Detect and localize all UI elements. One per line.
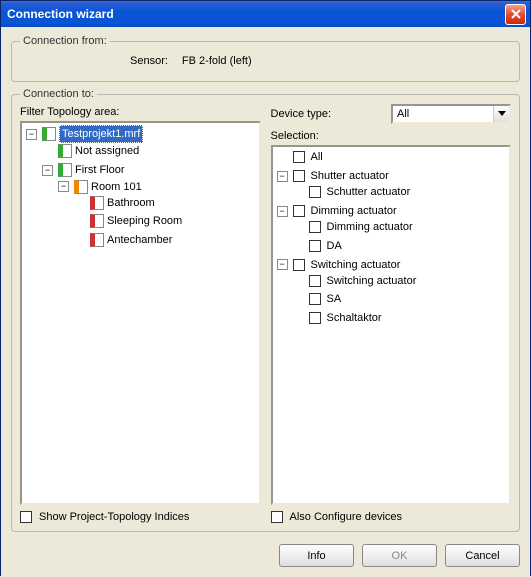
button-row: Info OK Cancel [11, 538, 520, 567]
checkbox[interactable] [309, 240, 321, 252]
sensor-label: Sensor: [130, 55, 168, 67]
info-button[interactable]: Info [279, 544, 354, 567]
sel-shutter[interactable]: Shutter actuator [311, 168, 389, 184]
show-indices-label: Show Project-Topology Indices [39, 511, 189, 523]
checkbox[interactable] [293, 205, 305, 217]
sel-dimming2[interactable]: Dimming actuator [327, 219, 413, 235]
connection-to-group: Connection to: Filter Topology area: − T… [11, 88, 520, 532]
sel-dimming[interactable]: Dimming actuator [311, 203, 397, 219]
topology-tree[interactable]: − Testprojekt1.mrf Not assigned [20, 121, 261, 505]
checkbox[interactable] [309, 221, 321, 233]
floor-icon [58, 163, 72, 177]
sel-sa[interactable]: SA [327, 291, 342, 307]
collapse-icon[interactable]: − [277, 206, 288, 217]
tree-antechamber[interactable]: Antechamber [107, 232, 172, 248]
also-configure-checkbox[interactable] [271, 511, 283, 523]
collapse-icon[interactable]: − [26, 129, 37, 140]
tree-project[interactable]: Testprojekt1.mrf [59, 125, 143, 143]
tree-room101[interactable]: Room 101 [91, 179, 142, 195]
also-configure-label: Also Configure devices [290, 511, 403, 523]
collapse-icon[interactable]: − [58, 181, 69, 192]
client-area: Connection from: Sensor: FB 2-fold (left… [1, 27, 530, 577]
device-type-combo[interactable]: All [391, 104, 511, 124]
connection-to-legend: Connection to: [20, 88, 97, 100]
show-indices-checkbox[interactable] [20, 511, 32, 523]
close-icon [511, 9, 521, 19]
dropdown-button[interactable] [493, 106, 509, 122]
project-icon [42, 127, 56, 141]
room-icon [90, 214, 104, 228]
close-button[interactable] [505, 4, 526, 25]
sensor-value: FB 2-fold (left) [182, 55, 252, 67]
chevron-down-icon [498, 111, 506, 117]
window-title: Connection wizard [7, 7, 505, 21]
connection-from-group: Connection from: Sensor: FB 2-fold (left… [11, 35, 520, 82]
cancel-button[interactable]: Cancel [445, 544, 520, 567]
tree-not-assigned[interactable]: Not assigned [75, 143, 139, 159]
ok-button[interactable]: OK [362, 544, 437, 567]
room-icon [90, 233, 104, 247]
checkbox[interactable] [309, 275, 321, 287]
collapse-icon[interactable]: − [42, 165, 53, 176]
titlebar: Connection wizard [1, 1, 530, 27]
topology-column: Filter Topology area: − Testprojekt1.mrf [20, 104, 261, 523]
device-type-value: All [393, 108, 493, 120]
tree-first-floor[interactable]: First Floor [75, 162, 125, 178]
checkbox[interactable] [293, 151, 305, 163]
sel-all[interactable]: All [311, 149, 323, 165]
sel-schutter[interactable]: Schutter actuator [327, 184, 411, 200]
room-icon [74, 180, 88, 194]
collapse-icon[interactable]: − [277, 171, 288, 182]
sel-schaltaktor[interactable]: Schaltaktor [327, 310, 382, 326]
sel-switching2[interactable]: Switching actuator [327, 273, 417, 289]
filter-topology-label: Filter Topology area: [20, 106, 261, 118]
selection-label: Selection: [271, 130, 512, 142]
connection-from-legend: Connection from: [20, 35, 110, 47]
tree-sleeping[interactable]: Sleeping Room [107, 213, 182, 229]
checkbox[interactable] [309, 293, 321, 305]
device-column: Device type: All Selection: All [271, 104, 512, 523]
sel-switching[interactable]: Switching actuator [311, 257, 401, 273]
checkbox[interactable] [309, 312, 321, 324]
room-icon [90, 196, 104, 210]
tree-bathroom[interactable]: Bathroom [107, 195, 155, 211]
checkbox[interactable] [293, 259, 305, 271]
collapse-icon[interactable]: − [277, 259, 288, 270]
checkbox[interactable] [309, 186, 321, 198]
folder-icon [58, 144, 72, 158]
selection-tree[interactable]: All − Shutter actuator [271, 145, 512, 505]
checkbox[interactable] [293, 170, 305, 182]
sel-da[interactable]: DA [327, 238, 342, 254]
device-type-label: Device type: [271, 108, 332, 120]
